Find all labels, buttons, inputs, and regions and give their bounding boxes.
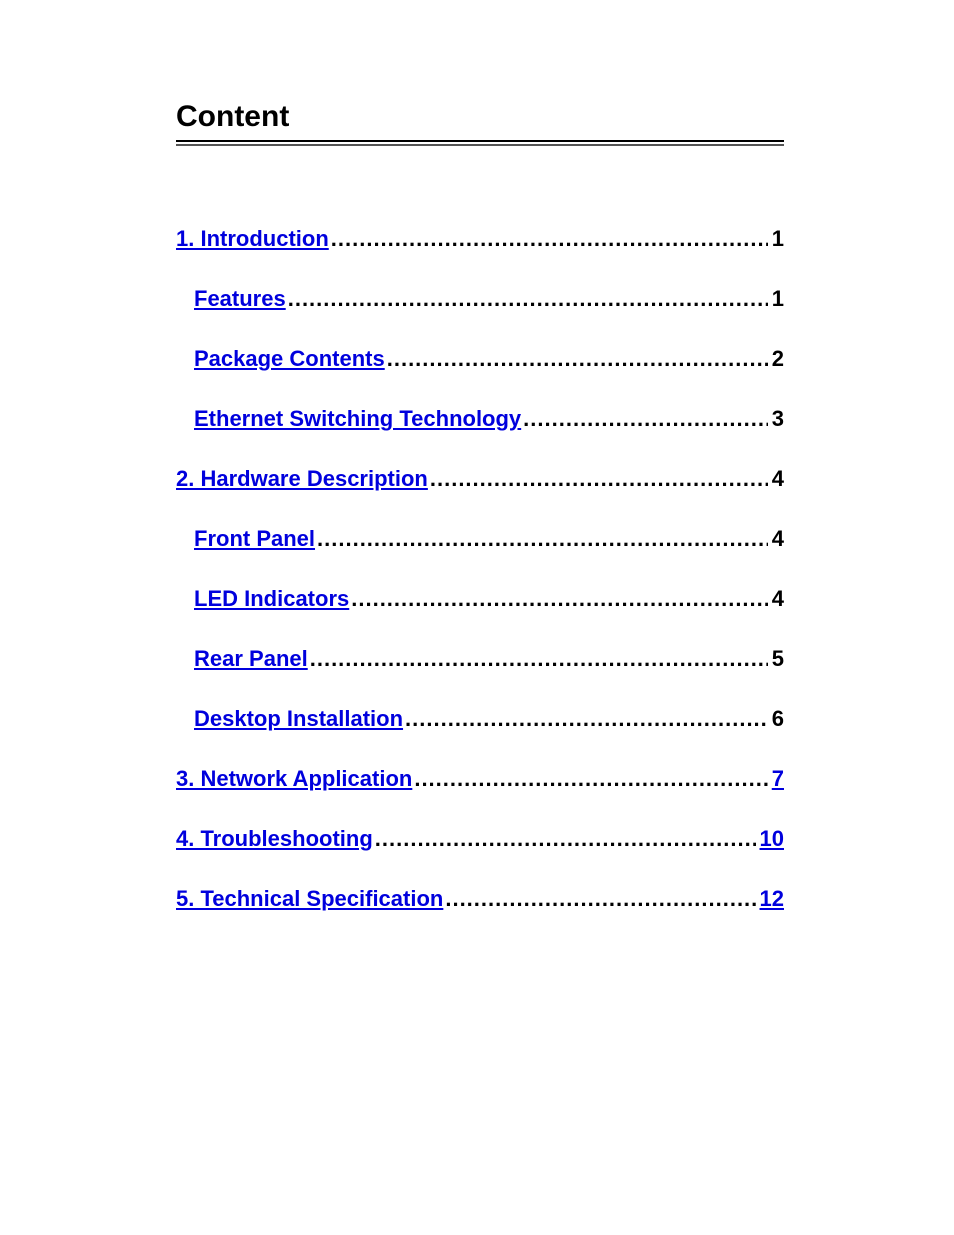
toc-page-number: 6 [768, 706, 784, 732]
toc-link[interactable]: Front Panel [194, 526, 315, 552]
toc-page-number: 3 [768, 406, 784, 432]
toc-link[interactable]: Ethernet Switching Technology [194, 406, 521, 432]
toc-entry: 4. Troubleshooting......................… [176, 826, 784, 852]
page-title: Content [176, 100, 784, 142]
toc-leader-dots: ........................................… [373, 826, 756, 852]
title-double-rule [176, 144, 784, 146]
toc-link[interactable]: 4. Troubleshooting [176, 826, 373, 852]
toc-link[interactable]: LED Indicators [194, 586, 349, 612]
toc-page-number: 4 [768, 466, 784, 492]
toc-leader-dots: ........................................… [403, 706, 768, 732]
toc-link[interactable]: 3. Network Application [176, 766, 412, 792]
toc-link[interactable]: Desktop Installation [194, 706, 403, 732]
title-section: Content [176, 100, 784, 146]
toc-page-number: 1 [768, 286, 784, 312]
toc-link[interactable]: 2. Hardware Description [176, 466, 428, 492]
toc-entry: Ethernet Switching Technology...........… [176, 406, 784, 432]
toc-page-number[interactable]: 7 [768, 766, 784, 792]
toc-entry: Front Panel.............................… [176, 526, 784, 552]
toc-link[interactable]: 5. Technical Specification [176, 886, 443, 912]
toc-link[interactable]: Rear Panel [194, 646, 308, 672]
toc-leader-dots: ........................................… [286, 286, 768, 312]
toc-link[interactable]: Package Contents [194, 346, 385, 372]
toc-page-number: 1 [768, 226, 784, 252]
toc-leader-dots: ........................................… [315, 526, 768, 552]
toc-page-number: 4 [768, 526, 784, 552]
toc-page-number[interactable]: 10 [756, 826, 784, 852]
toc-page-number: 5 [768, 646, 784, 672]
toc-entry: 5. Technical Specification..............… [176, 886, 784, 912]
toc-page-number: 2 [768, 346, 784, 372]
toc-entry: 2. Hardware Description.................… [176, 466, 784, 492]
toc-page-number: 4 [768, 586, 784, 612]
toc-entry: 1. Introduction.........................… [176, 226, 784, 252]
table-of-contents: 1. Introduction.........................… [176, 226, 784, 912]
toc-leader-dots: ........................................… [385, 346, 768, 372]
toc-entry: 3. Network Application..................… [176, 766, 784, 792]
toc-leader-dots: ........................................… [521, 406, 768, 432]
toc-link[interactable]: Features [194, 286, 286, 312]
toc-entry: Desktop Installation....................… [176, 706, 784, 732]
toc-leader-dots: ........................................… [308, 646, 768, 672]
toc-page-number[interactable]: 12 [756, 886, 784, 912]
toc-leader-dots: ........................................… [428, 466, 768, 492]
toc-leader-dots: ........................................… [329, 226, 768, 252]
toc-link[interactable]: 1. Introduction [176, 226, 329, 252]
toc-leader-dots: ........................................… [412, 766, 767, 792]
toc-leader-dots: ........................................… [349, 586, 768, 612]
toc-entry: Features................................… [176, 286, 784, 312]
toc-entry: Rear Panel..............................… [176, 646, 784, 672]
toc-entry: LED Indicators..........................… [176, 586, 784, 612]
toc-entry: Package Contents........................… [176, 346, 784, 372]
toc-leader-dots: ........................................… [443, 886, 755, 912]
